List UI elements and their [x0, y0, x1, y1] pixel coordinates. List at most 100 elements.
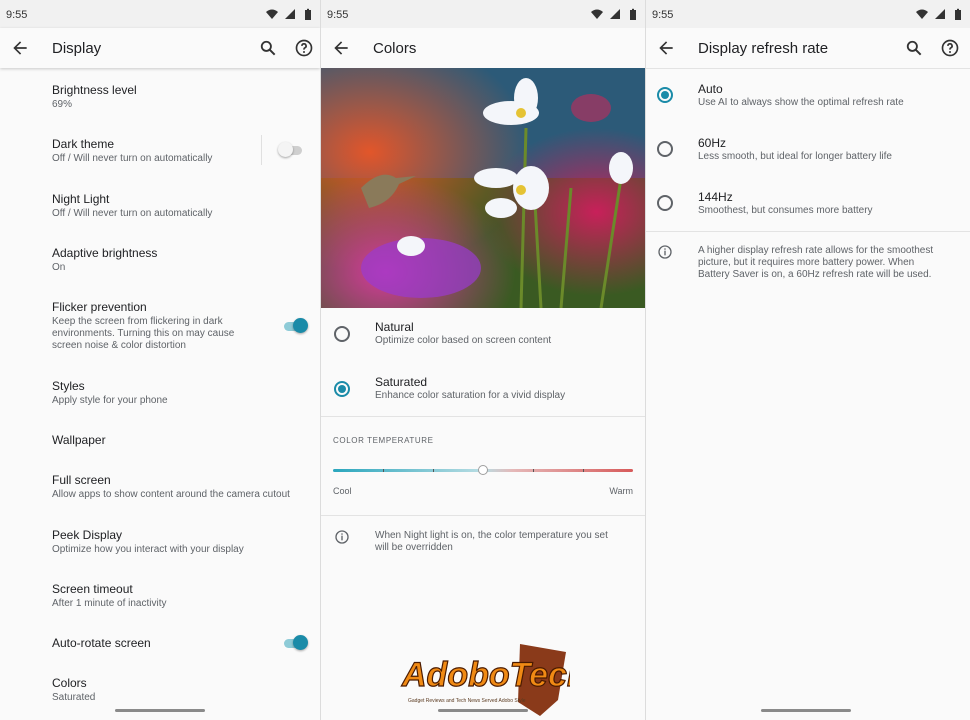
option-summary: Less smooth, but ideal for longer batter…	[698, 151, 892, 162]
colors-settings-screen: 9:55 Colors Natural Optimize color based…	[321, 0, 645, 720]
option-title: Saturated	[375, 375, 428, 389]
item-title: Full screen	[52, 473, 111, 487]
divider	[646, 231, 970, 232]
wifi-icon	[915, 9, 928, 19]
saturated-option[interactable]: Saturated Enhance color saturation for a…	[321, 367, 645, 421]
dark-theme-toggle[interactable]	[278, 142, 304, 158]
refresh-60hz-option[interactable]: 60Hz Less smooth, but ideal for longer b…	[646, 136, 970, 190]
divider	[321, 515, 645, 516]
help-icon[interactable]	[294, 38, 314, 58]
peek-display-item[interactable]: Peek Display Optimize how you interact w…	[0, 521, 320, 561]
adobotech-watermark-logo: AdoboTech Gadget Reviews and Tech News S…	[400, 642, 588, 718]
divider	[646, 68, 970, 69]
auto-rotate-item[interactable]: Auto-rotate screen	[0, 629, 320, 659]
info-icon	[334, 529, 350, 545]
item-summary-line: Keep the screen from flickering in dark	[52, 316, 223, 327]
info-text-line: A higher display refresh rate allows for…	[698, 245, 934, 256]
item-title: Styles	[52, 379, 85, 393]
full-screen-item[interactable]: Full screen Allow apps to show content a…	[0, 466, 320, 506]
flicker-prevention-toggle[interactable]	[282, 318, 308, 334]
battery-icon	[955, 8, 961, 20]
watermark-tagline: Gadget Reviews and Tech News Served Adob…	[408, 698, 526, 704]
display-settings-screen: 9:55 Display Brightness level 69% Dark t…	[0, 0, 320, 720]
slider-tick	[533, 469, 534, 472]
battery-icon	[305, 8, 311, 20]
styles-item[interactable]: Styles Apply style for your phone	[0, 372, 320, 412]
refresh-144hz-option[interactable]: 144Hz Smoothest, but consumes more batte…	[646, 190, 970, 244]
item-summary: After 1 minute of inactivity	[52, 598, 167, 609]
item-title: Dark theme	[52, 137, 115, 151]
item-summary-line: screen noise & color distortion	[52, 340, 186, 351]
watermark-text: AdoboTech	[401, 656, 570, 694]
option-summary: Optimize color based on screen content	[375, 335, 552, 346]
signal-icon	[934, 9, 945, 19]
wallpaper-item[interactable]: Wallpaper	[0, 426, 320, 456]
back-arrow-icon[interactable]	[10, 38, 30, 58]
adaptive-brightness-item[interactable]: Adaptive brightness On	[0, 239, 320, 279]
status-bar: 9:55	[0, 0, 320, 28]
page-title: Display refresh rate	[698, 40, 829, 57]
saturated-radio[interactable]	[334, 381, 350, 397]
auto-rotate-toggle[interactable]	[282, 635, 308, 651]
auto-radio[interactable]	[657, 87, 673, 103]
signal-icon	[609, 9, 620, 19]
info-text-line: Battery Saver is on, a 60Hz refresh rate…	[698, 269, 932, 280]
item-summary: Off / Will never turn on automatically	[52, 153, 213, 164]
60hz-radio[interactable]	[657, 141, 673, 157]
back-arrow-icon[interactable]	[331, 38, 351, 58]
item-summary: On	[52, 262, 66, 273]
item-title: Brightness level	[52, 83, 137, 97]
item-summary: Apply style for your phone	[52, 395, 168, 406]
option-title: Auto	[698, 82, 723, 96]
item-title: Adaptive brightness	[52, 246, 158, 260]
wifi-icon	[265, 9, 278, 19]
info-text-line: picture, but it requires more battery po…	[698, 257, 915, 268]
help-icon[interactable]	[940, 38, 960, 58]
status-bar: 9:55	[321, 0, 645, 28]
gesture-nav-bar[interactable]	[761, 709, 851, 712]
color-temperature-label: COLOR TEMPERATURE	[333, 436, 434, 445]
refresh-auto-option[interactable]: Auto Use AI to always show the optimal r…	[646, 82, 970, 136]
option-title: 144Hz	[698, 190, 733, 204]
natural-option[interactable]: Natural Optimize color based on screen c…	[321, 312, 645, 366]
info-text-line: will be overridden	[375, 542, 453, 553]
gesture-nav-bar[interactable]	[115, 709, 205, 712]
night-light-item[interactable]: Night Light Off / Will never turn on aut…	[0, 185, 320, 225]
item-summary: Saturated	[52, 692, 96, 703]
screen-timeout-item[interactable]: Screen timeout After 1 minute of inactiv…	[0, 575, 320, 615]
slider-thumb[interactable]	[478, 465, 488, 475]
divider	[261, 135, 262, 165]
search-icon[interactable]	[904, 38, 924, 58]
flicker-prevention-item[interactable]: Flicker prevention Keep the screen from …	[0, 293, 320, 355]
natural-radio[interactable]	[334, 326, 350, 342]
item-title: Wallpaper	[52, 433, 106, 447]
option-title: 60Hz	[698, 136, 727, 150]
option-title: Natural	[375, 320, 414, 334]
page-title: Colors	[373, 40, 417, 57]
warm-label: Warm	[609, 486, 633, 496]
144hz-radio[interactable]	[657, 195, 673, 211]
back-arrow-icon[interactable]	[656, 38, 676, 58]
item-title: Peek Display	[52, 528, 123, 542]
item-summary: 69%	[52, 99, 73, 110]
battery-icon	[630, 8, 636, 20]
item-title: Night Light	[52, 192, 110, 206]
slider-tick	[383, 469, 384, 472]
slider-tick	[433, 469, 434, 472]
refresh-rate-screen: 9:55 Display refresh rate Auto Use AI to…	[646, 0, 970, 720]
color-temperature-slider[interactable]	[333, 464, 633, 476]
item-title: Colors	[52, 676, 87, 690]
status-time: 9:55	[652, 9, 674, 21]
search-icon[interactable]	[258, 38, 278, 58]
colors-item[interactable]: Colors Saturated	[0, 669, 320, 709]
preview-image-flowers-hummingbird	[321, 68, 645, 308]
page-title: Display	[52, 40, 102, 57]
brightness-level-item[interactable]: Brightness level 69%	[0, 76, 320, 116]
app-bar: Display refresh rate	[646, 28, 970, 68]
app-bar: Display	[0, 28, 320, 68]
option-summary: Use AI to always show the optimal refres…	[698, 97, 904, 108]
item-title: Flicker prevention	[52, 300, 147, 314]
cool-label: Cool	[333, 486, 352, 496]
dark-theme-item[interactable]: Dark theme Off / Will never turn on auto…	[0, 130, 320, 170]
item-title: Auto-rotate screen	[52, 636, 151, 650]
